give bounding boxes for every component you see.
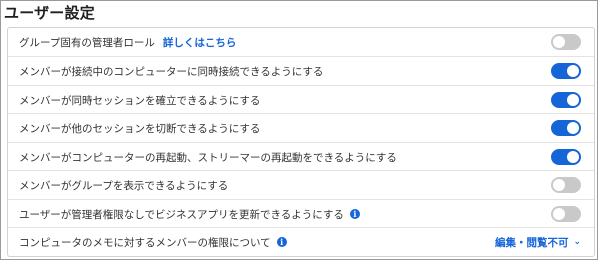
- setting-row-view-group: メンバーがグループを表示できるようにする: [8, 170, 594, 199]
- setting-row-update-apps: ユーザーが管理者権限なしでビジネスアプリを更新できるようにする i: [8, 199, 594, 228]
- setting-row-memo-permission: コンピュータのメモに対するメンバーの権限について i 編集・閲覧不可 ⌄: [8, 227, 594, 256]
- toggle-switch[interactable]: [551, 177, 581, 193]
- toggle-knob: [567, 94, 579, 106]
- setting-label: ユーザーが管理者権限なしでビジネスアプリを更新できるようにする i: [19, 207, 360, 222]
- setting-label: メンバーがグループを表示できるようにする: [19, 179, 229, 192]
- setting-label: メンバーが他のセッションを切断できるようにする: [19, 122, 261, 135]
- toggle-knob: [567, 122, 579, 134]
- toggle-switch[interactable]: [551, 206, 581, 222]
- page-title: ユーザー設定: [4, 4, 95, 22]
- settings-panel: グループ固有の管理者ロール 詳しくはこちら メンバーが接続中のコンピューターに同…: [7, 27, 595, 257]
- setting-label-text: ユーザーが管理者権限なしでビジネスアプリを更新できるようにする: [19, 208, 344, 221]
- toggle-switch[interactable]: [551, 34, 581, 50]
- setting-row-restart: メンバーがコンピューターの再起動、ストリーマーの再起動をできるようにする: [8, 142, 594, 171]
- setting-row-disconnect-sessions: メンバーが他のセッションを切断できるようにする: [8, 113, 594, 142]
- info-icon[interactable]: i: [276, 237, 287, 247]
- setting-label: コンピュータのメモに対するメンバーの権限について i: [19, 235, 287, 250]
- toggle-switch[interactable]: [551, 92, 581, 108]
- toggle-switch[interactable]: [551, 120, 581, 136]
- toggle-knob: [567, 151, 579, 163]
- dropdown-value: 編集・閲覧不可: [494, 236, 569, 249]
- permission-dropdown[interactable]: 編集・閲覧不可 ⌄: [495, 235, 581, 250]
- toggle-knob: [553, 208, 565, 220]
- toggle-knob: [553, 36, 565, 48]
- setting-label-text: グループ固有の管理者ロール: [19, 36, 155, 49]
- info-icon[interactable]: i: [349, 209, 360, 219]
- setting-row-concurrent-connect: メンバーが接続中のコンピューターに同時接続できるようにする: [8, 56, 594, 85]
- setting-label: メンバーがコンピューターの再起動、ストリーマーの再起動をできるようにする: [19, 151, 397, 164]
- toggle-switch[interactable]: [551, 149, 581, 165]
- toggle-knob: [567, 65, 579, 77]
- setting-label-text: コンピュータのメモに対するメンバーの権限について: [19, 236, 271, 249]
- setting-row-concurrent-sessions: メンバーが同時セッションを確立できるようにする: [8, 85, 594, 114]
- setting-label: メンバーが同時セッションを確立できるようにする: [19, 94, 261, 107]
- setting-row-group-admin-role: グループ固有の管理者ロール 詳しくはこちら: [8, 28, 594, 56]
- setting-label: メンバーが接続中のコンピューターに同時接続できるようにする: [19, 65, 324, 78]
- learn-more-link[interactable]: 詳しくはこちら: [163, 35, 237, 50]
- chevron-down-icon: ⌄: [573, 237, 581, 247]
- toggle-knob: [553, 179, 565, 191]
- setting-label: グループ固有の管理者ロール 詳しくはこちら: [19, 35, 236, 50]
- toggle-switch[interactable]: [551, 63, 581, 79]
